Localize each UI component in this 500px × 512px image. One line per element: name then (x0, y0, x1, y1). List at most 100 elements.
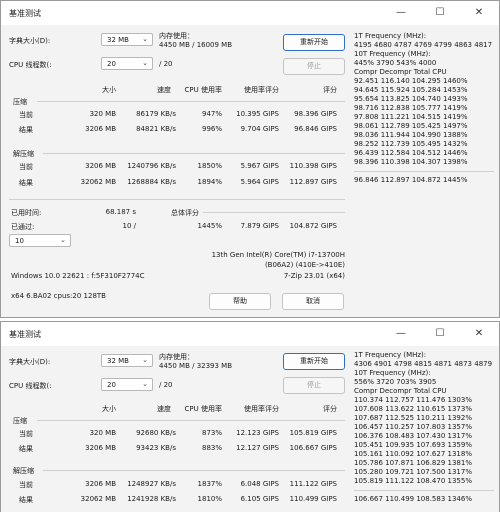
header-rating: 评分 (323, 86, 337, 94)
f10-title: 10T Frequency (MHz): (354, 369, 431, 377)
cpu-id: (B06A2) (410E->410E) (264, 261, 345, 269)
f10-values: 556% 3720 703% 3905 (354, 378, 437, 386)
close-icon[interactable]: ✕ (459, 1, 499, 25)
chevron-down-icon: ⌄ (60, 236, 66, 244)
dict-size-select[interactable]: 32 MB ⌄ (101, 33, 153, 46)
cell: 873% (201, 429, 222, 437)
cell: 3206 MB (85, 444, 116, 452)
cell: 92680 KB/s (136, 429, 176, 437)
cancel-button[interactable]: 取消 (282, 293, 344, 310)
elapsed-label: 已用时间: (11, 209, 42, 217)
benchmark-window-2: 基准测试 — ☐ ✕ 字典大小(D): 32 MB ⌄ 内存使用： 4450 M… (0, 321, 500, 512)
restart-button[interactable]: 重新开始 (283, 353, 345, 370)
passed-value: 10 / (122, 222, 137, 230)
cpu-name: 13th Gen Intel(R) Core(TM) i7-13700H (211, 251, 345, 259)
window-title: 基准测试 (9, 330, 41, 339)
passes-value: 10 (15, 237, 24, 245)
log-row: 107.687 112.525 110.211 1392% (354, 414, 472, 422)
log-row: 96.439 112.584 104.512 1446% (354, 149, 468, 157)
chevron-down-icon: ⌄ (142, 356, 148, 364)
maximize-icon[interactable]: ☐ (420, 1, 460, 25)
elapsed-value: 68.187 s (105, 208, 136, 216)
cell: 1240796 KB/s (127, 162, 176, 170)
dict-size-label: 字典大小(D): (9, 37, 51, 45)
total-cpu-usage: 1445% (197, 222, 222, 230)
cell: 110.398 GIPS (289, 162, 337, 170)
compress-label: 压缩 (13, 417, 27, 425)
cell: 3206 MB (85, 125, 116, 133)
row-label: 当前 (19, 430, 33, 438)
cell: 84821 KB/s (136, 125, 176, 133)
close-icon[interactable]: ✕ (459, 322, 499, 346)
cell: 1248927 KB/s (127, 480, 176, 488)
log-row: 106.457 110.257 107.803 1357% (354, 423, 472, 431)
cell: 320 MB (89, 110, 116, 118)
cell: 9.704 GIPS (240, 125, 279, 133)
log-row: 98.036 111.944 104.990 1388% (354, 131, 468, 139)
cell: 3206 MB (85, 480, 116, 488)
divider (354, 490, 494, 491)
divider (37, 420, 345, 421)
cell: 1810% (197, 495, 222, 503)
cell: 98.396 GIPS (294, 110, 337, 118)
minimize-icon[interactable]: — (381, 1, 421, 25)
cell: 86179 KB/s (136, 110, 176, 118)
stop-button[interactable]: 停止 (283, 58, 345, 75)
arch-info: x64 6.BA02 cpus:20 128TB (11, 292, 106, 300)
title-bar: 基准测试 — ☐ ✕ (1, 1, 499, 25)
log-row: 98.396 110.398 104.307 1398% (354, 158, 468, 166)
passes-select[interactable]: 10 ⌄ (9, 234, 71, 247)
cell: 1241928 KB/s (127, 495, 176, 503)
divider (354, 171, 494, 172)
memory-value: 4450 MB / 16009 MB (159, 41, 233, 49)
memory-label: 内存使用： (159, 353, 194, 361)
total-rating-label: 总体评分 (171, 209, 199, 217)
row-label: 结果 (19, 126, 33, 134)
cell: 996% (201, 125, 222, 133)
cell: 10.395 GIPS (236, 110, 279, 118)
threads-label: CPU 线程数(: (9, 61, 52, 69)
log-row: 110.374 112.757 111.476 1303% (354, 396, 472, 404)
compress-label: 压缩 (13, 98, 27, 106)
cell: 32062 MB (80, 178, 116, 186)
log-row: 94.645 115.924 105.284 1453% (354, 86, 468, 94)
header-cpu-usage: CPU 使用率 (184, 405, 222, 413)
log-row: 105.819 111.122 108.470 1355% (354, 477, 472, 485)
row-label: 当前 (19, 163, 33, 171)
cell: 106.667 GIPS (289, 444, 337, 452)
maximize-icon[interactable]: ☐ (420, 322, 460, 346)
threads-select[interactable]: 20 ⌄ (101, 57, 153, 70)
divider (9, 199, 345, 200)
cell: 105.819 GIPS (289, 429, 337, 437)
zip-version: 7-Zip 23.01 (x64) (283, 272, 345, 280)
dict-size-select[interactable]: 32 MB ⌄ (101, 354, 153, 367)
cell: 93423 KB/s (136, 444, 176, 452)
minimize-icon[interactable]: — (381, 322, 421, 346)
header-usage-rating: 使用率评分 (244, 86, 279, 94)
row-label: 结果 (19, 445, 33, 453)
divider (43, 470, 345, 471)
cell: 12.123 GIPS (236, 429, 279, 437)
header-speed: 速度 (157, 405, 171, 413)
log-row: 97.808 111.221 104.515 1419% (354, 113, 468, 121)
dict-size-value: 32 MB (107, 357, 129, 365)
total-usage-rating: 7.879 GIPS (240, 222, 279, 230)
cell: 883% (201, 444, 222, 452)
chevron-down-icon: ⌄ (142, 59, 148, 67)
restart-button[interactable]: 重新开始 (283, 34, 345, 51)
log-row: 92.451 116.140 104.295 1460% (354, 77, 468, 85)
log-row: 106.376 108.483 107.430 1317% (354, 432, 472, 440)
decompress-label: 解压缩 (13, 150, 34, 158)
stop-button[interactable]: 停止 (283, 377, 345, 394)
threads-select[interactable]: 20 ⌄ (101, 378, 153, 391)
title-bar: 基准测试 — ☐ ✕ (1, 322, 499, 346)
cell: 5.967 GIPS (240, 162, 279, 170)
header-cpu-usage: CPU 使用率 (184, 86, 222, 94)
f10-title: 10T Frequency (MHz): (354, 50, 431, 58)
header-speed: 速度 (157, 86, 171, 94)
cell: 947% (201, 110, 222, 118)
help-button[interactable]: 帮助 (209, 293, 271, 310)
header-rating: 评分 (323, 405, 337, 413)
log-row: 105.786 107.871 106.829 1381% (354, 459, 472, 467)
threads-total: / 20 (159, 60, 173, 68)
